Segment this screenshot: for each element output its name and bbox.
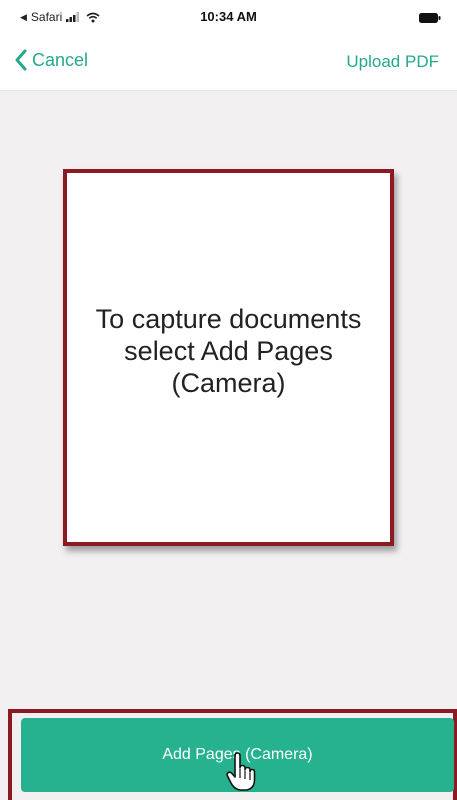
battery-icon (419, 13, 441, 23)
cancel-button[interactable]: Cancel (14, 49, 88, 71)
placeholder-text: To capture documents select Add Pages (C… (95, 303, 362, 398)
add-pages-camera-button[interactable]: Add Pages (Camera) (21, 718, 454, 792)
upload-pdf-button[interactable]: Upload PDF (346, 52, 439, 72)
status-time: 10:34 AM (200, 9, 257, 24)
screen: ◀ Safari 10:34 AM Cancel Upload PDF To c… (0, 0, 457, 800)
document-placeholder-card: To capture documents select Add Pages (C… (63, 169, 394, 546)
cancel-label: Cancel (32, 49, 89, 70)
status-bar: ◀ Safari 10:34 AM (0, 0, 457, 34)
add-pages-label: Add Pages (Camera) (162, 746, 313, 763)
nav-bar: Cancel Upload PDF (0, 34, 457, 91)
chevron-left-icon (15, 49, 27, 71)
